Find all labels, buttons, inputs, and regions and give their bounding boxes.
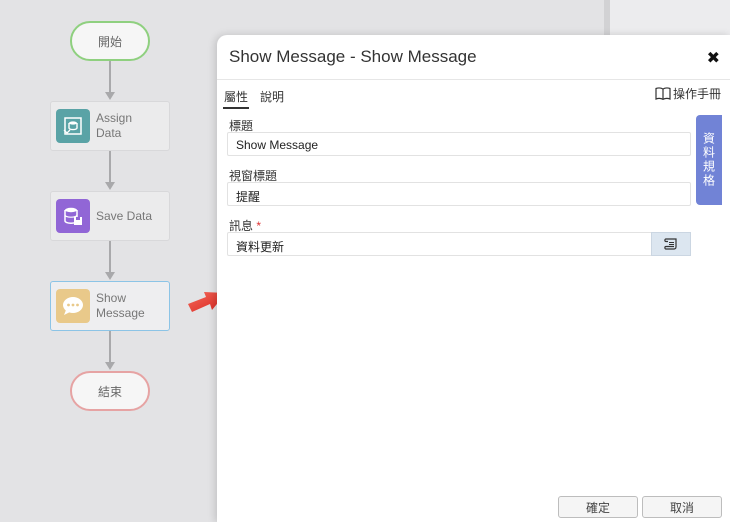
- dialog-tabs: 屬性 說明: [223, 88, 285, 109]
- save-data-node[interactable]: Save Data: [50, 191, 170, 241]
- message-input[interactable]: 資料更新: [227, 232, 691, 256]
- scroll-script-icon: [664, 238, 677, 250]
- assign-data-node[interactable]: Assign Data: [50, 101, 170, 151]
- connector-line: [109, 331, 111, 363]
- tab-description[interactable]: 說明: [259, 88, 285, 109]
- start-node-label: 開始: [97, 34, 122, 49]
- end-node[interactable]: 結束: [70, 371, 150, 411]
- connector-arrowhead: [105, 182, 115, 190]
- assign-data-icon: [56, 109, 90, 143]
- manual-label: 操作手冊: [672, 87, 721, 101]
- close-icon[interactable]: ✖: [707, 48, 720, 68]
- show-message-label: Show Message: [96, 291, 145, 320]
- connector-arrowhead: [105, 92, 115, 100]
- connector-arrowhead: [105, 362, 115, 370]
- dialog-title: Show Message - Show Message: [229, 47, 477, 66]
- assign-data-label: Assign Data: [96, 111, 133, 140]
- start-node[interactable]: 開始: [70, 21, 150, 61]
- ok-button[interactable]: 確定: [558, 496, 638, 518]
- required-asterisk: *: [256, 219, 262, 233]
- save-data-label: Save Data: [96, 208, 153, 223]
- show-message-node[interactable]: Show Message: [50, 281, 170, 331]
- message-label-text: 訊息: [229, 219, 254, 233]
- save-data-icon: [56, 199, 90, 233]
- properties-dialog: Show Message - Show Message ✖ 屬性 說明 操作手冊…: [217, 35, 730, 522]
- tab-properties[interactable]: 屬性: [223, 88, 250, 109]
- manual-link[interactable]: 操作手冊: [655, 85, 721, 102]
- title-input[interactable]: Show Message: [227, 132, 691, 156]
- expression-editor-button[interactable]: [651, 232, 691, 256]
- book-icon: [655, 87, 671, 100]
- connector-line: [109, 151, 111, 183]
- data-spec-side-tab[interactable]: 資料規格: [696, 115, 722, 205]
- window-title-input[interactable]: 提醒: [227, 182, 691, 206]
- dialog-header: Show Message - Show Message: [217, 35, 730, 80]
- connector-line: [109, 61, 111, 93]
- end-node-label: 結束: [97, 384, 122, 399]
- connector-line: [109, 241, 111, 273]
- chat-bubble-icon: [56, 289, 90, 323]
- cancel-button[interactable]: 取消: [642, 496, 722, 518]
- connector-arrowhead: [105, 272, 115, 280]
